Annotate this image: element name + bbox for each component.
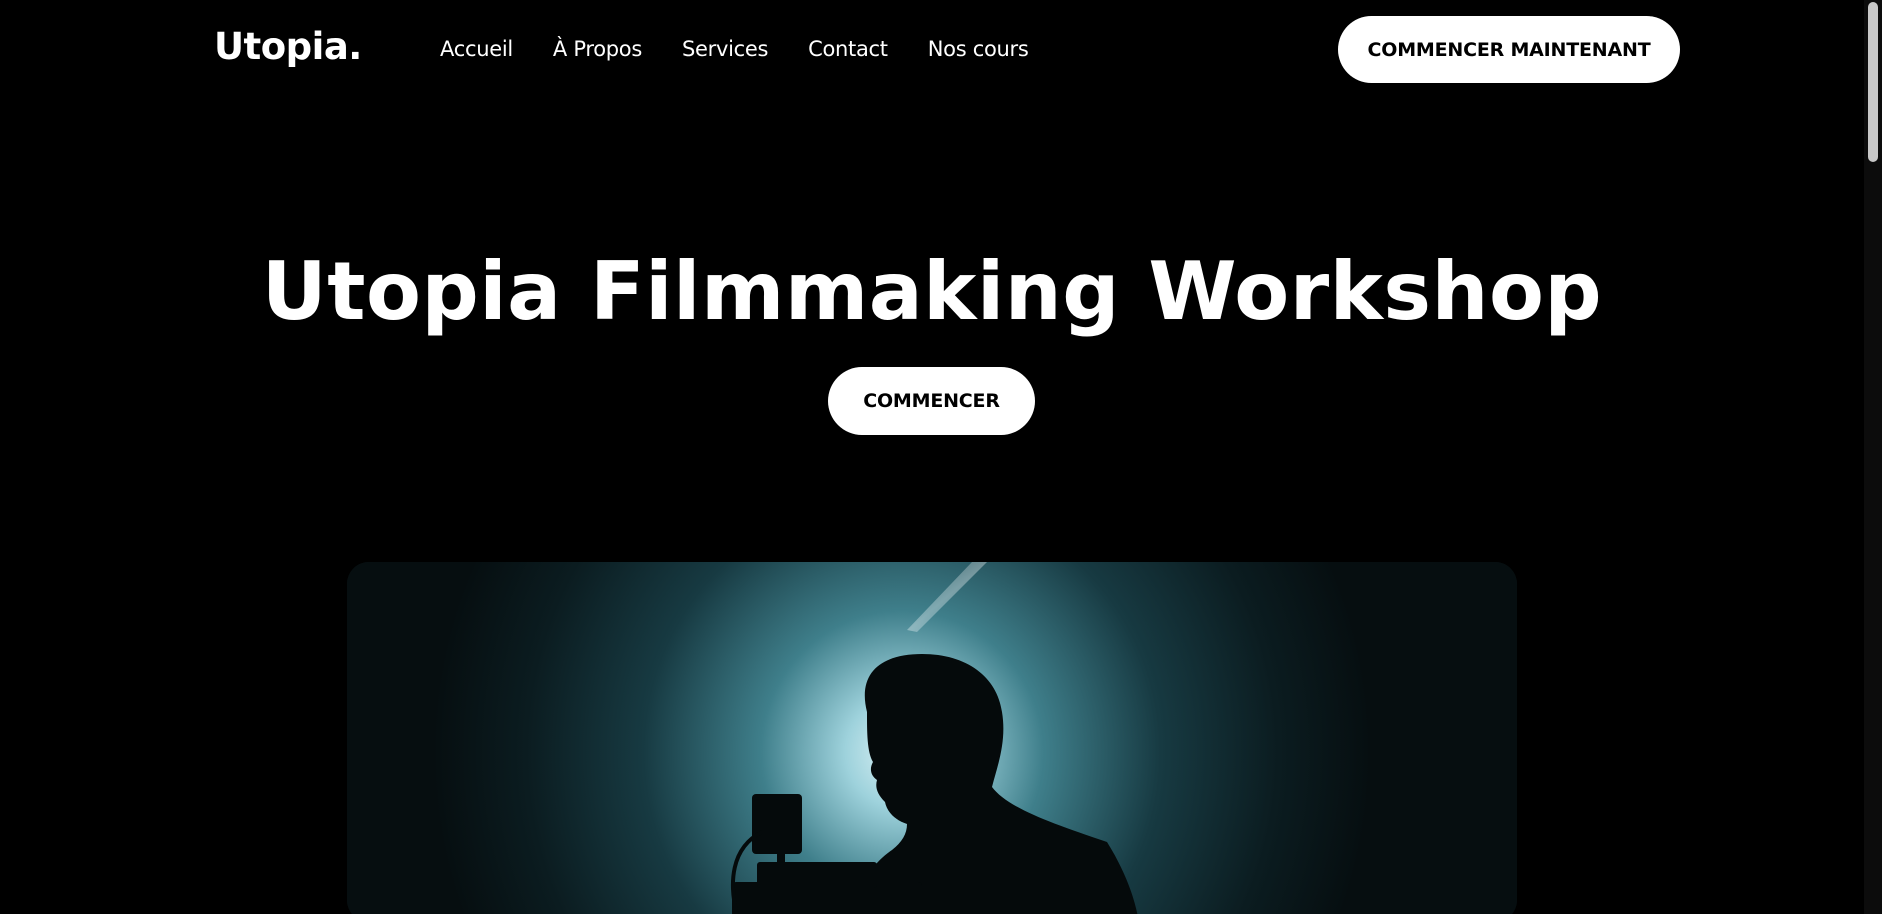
page-scrollbar[interactable] <box>1864 0 1882 914</box>
nav-link-contact[interactable]: Contact <box>808 34 888 64</box>
commencer-button[interactable]: COMMENCER <box>828 367 1035 435</box>
page: Utopia. Accueil À Propos Services Contac… <box>0 0 1882 914</box>
site-header: Utopia. Accueil À Propos Services Contac… <box>0 0 1882 100</box>
nav-link-services[interactable]: Services <box>682 34 768 64</box>
scrollbar-thumb[interactable] <box>1868 2 1878 162</box>
filmmaker-silhouette-illustration <box>347 562 1517 914</box>
hero-title: Utopia Filmmaking Workshop <box>261 245 1603 338</box>
nav-link-nos-cours[interactable]: Nos cours <box>928 34 1029 64</box>
hero-image-filmmaker-silhouette <box>347 562 1517 914</box>
logo[interactable]: Utopia. <box>214 24 362 70</box>
commencer-maintenant-button[interactable]: COMMENCER MAINTENANT <box>1338 16 1680 83</box>
main-nav: Accueil À Propos Services Contact Nos co… <box>440 34 1069 64</box>
nav-link-accueil[interactable]: Accueil <box>440 34 513 64</box>
nav-link-a-propos[interactable]: À Propos <box>553 34 642 64</box>
